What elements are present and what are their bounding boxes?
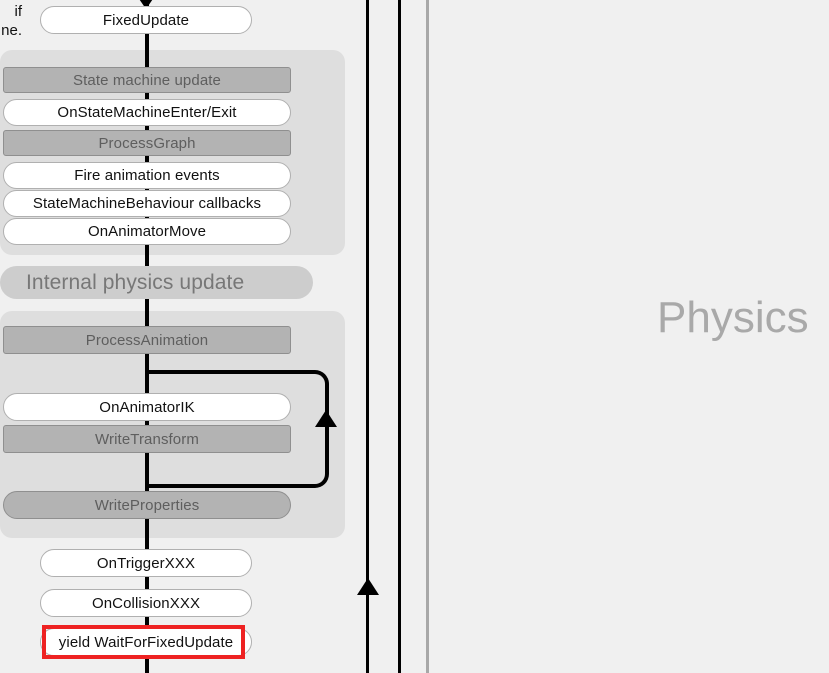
loop-back-timeline <box>366 0 369 673</box>
divider-timeline <box>426 0 429 673</box>
node-ontriggerxxx[interactable]: OnTriggerXXX <box>40 549 252 577</box>
section-header-internal-physics-update: Internal physics update <box>0 266 313 299</box>
clipped-annotation-line1: if <box>14 3 23 20</box>
node-label: OnStateMachineEnter/Exit <box>57 104 237 121</box>
clipped-annotation-line2: ne. <box>1 22 22 39</box>
node-label: Fire animation events <box>74 167 220 184</box>
node-label: ProcessAnimation <box>85 331 209 349</box>
node-processgraph[interactable]: ProcessGraph <box>3 130 291 156</box>
side-label-physics: Physics <box>657 293 809 342</box>
node-label: OnAnimatorMove <box>87 223 207 240</box>
loop-back-timeline-arrow <box>357 578 379 595</box>
node-fire-animation-events[interactable]: Fire animation events <box>3 162 291 189</box>
onanimatorik-loop-path <box>145 370 329 488</box>
node-yield-waitforfixedupdate[interactable]: yield WaitForFixedUpdate <box>40 628 252 656</box>
node-statemachinebehaviour-callbacks[interactable]: StateMachineBehaviour callbacks <box>3 190 291 217</box>
node-label: OnTriggerXXX <box>96 554 196 572</box>
node-label: FixedUpdate <box>102 11 190 29</box>
section-header-label: Internal physics update <box>26 271 245 294</box>
node-writeproperties[interactable]: WriteProperties <box>3 491 291 519</box>
node-label: State machine update <box>73 71 221 89</box>
node-label: OnCollisionXXX <box>91 594 201 612</box>
node-processanimation[interactable]: ProcessAnimation <box>3 326 291 354</box>
loop-arrow-up <box>315 410 337 427</box>
node-label: WriteProperties <box>94 496 200 514</box>
secondary-timeline <box>398 0 401 673</box>
node-onanimatormove[interactable]: OnAnimatorMove <box>3 218 291 245</box>
node-oncollisionxxx[interactable]: OnCollisionXXX <box>40 589 252 617</box>
diagram-canvas: if ne. FixedUpdate State machine update … <box>0 0 829 673</box>
node-onstatemachineenter-exit[interactable]: OnStateMachineEnter/Exit <box>3 99 291 126</box>
node-label: ProcessGraph <box>98 134 196 152</box>
node-state-machine-update[interactable]: State machine update <box>3 67 291 93</box>
node-label: yield WaitForFixedUpdate <box>58 633 234 651</box>
node-fixedupdate[interactable]: FixedUpdate <box>40 6 252 34</box>
node-label: StateMachineBehaviour callbacks <box>32 195 262 212</box>
